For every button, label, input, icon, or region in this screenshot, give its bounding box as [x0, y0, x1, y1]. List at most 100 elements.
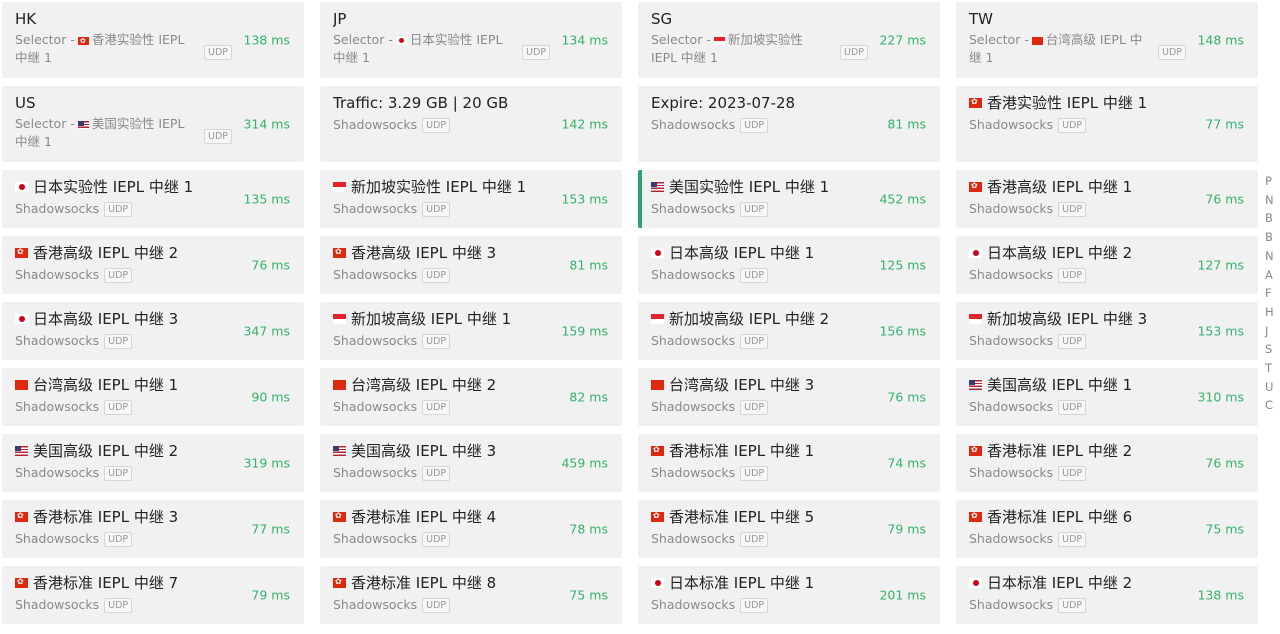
proxy-card[interactable]: 台湾高级 IEPL 中继 1 Shadowsocks UDP 90 ms	[2, 368, 304, 426]
proxy-card[interactable]: Traffic: 3.29 GB | 20 GB Shadowsocks UDP 14…	[320, 86, 622, 162]
latency-value[interactable]: 75 ms	[569, 588, 608, 603]
latency-value[interactable]: 79 ms	[887, 522, 926, 537]
latency-value[interactable]: 138 ms	[1197, 588, 1244, 603]
index-letter[interactable]: F	[1265, 284, 1280, 303]
selector-prefix: Selector -	[333, 32, 393, 47]
proxy-title-text: 台湾高级 IEPL 中继 1	[33, 376, 179, 394]
proxy-card[interactable]: 香港标准 IEPL 中继 8 Shadowsocks UDP 75 ms	[320, 566, 622, 624]
proxy-card[interactable]: 新加坡高级 IEPL 中继 2 Shadowsocks UDP 156 ms	[638, 302, 940, 360]
latency-value[interactable]: 76 ms	[251, 258, 290, 273]
index-letter[interactable]: T	[1265, 359, 1280, 378]
latency-value[interactable]: 76 ms	[887, 390, 926, 405]
latency-value[interactable]: 201 ms	[879, 588, 926, 603]
proxy-card[interactable]: 香港标准 IEPL 中继 2 Shadowsocks UDP 76 ms	[956, 434, 1258, 492]
latency-value[interactable]: 153 ms	[1197, 324, 1244, 339]
latency-value[interactable]: 347 ms	[243, 324, 290, 339]
latency-value[interactable]: 319 ms	[243, 456, 290, 471]
latency-value[interactable]: 77 ms	[1205, 117, 1244, 132]
proxy-card[interactable]: 香港标准 IEPL 中继 1 Shadowsocks UDP 74 ms	[638, 434, 940, 492]
proxy-card[interactable]: TW Selector - 台湾高级 IEPL 中继 1 UDP 148 ms	[956, 2, 1258, 78]
proxy-card[interactable]: 日本高级 IEPL 中继 1 Shadowsocks UDP 125 ms	[638, 236, 940, 294]
index-letter[interactable]: B	[1265, 228, 1280, 247]
proxy-card[interactable]: 香港实验性 IEPL 中继 1 Shadowsocks UDP 77 ms	[956, 86, 1258, 162]
proxy-card[interactable]: JP Selector - 日本实验性 IEPL 中继 1 UDP 134 ms	[320, 2, 622, 78]
proxy-card[interactable]: Expire: 2023-07-28 Shadowsocks UDP 81 ms	[638, 86, 940, 162]
proxy-card[interactable]: HK Selector -香港实验性 IEPL 中继 1 UDP 138 ms	[2, 2, 304, 78]
proxy-card[interactable]: 日本标准 IEPL 中继 2 Shadowsocks UDP 138 ms	[956, 566, 1258, 624]
latency-value[interactable]: 156 ms	[879, 324, 926, 339]
index-letter[interactable]: S	[1265, 340, 1280, 359]
latency-value[interactable]: 159 ms	[561, 324, 608, 339]
latency-value[interactable]: 142 ms	[561, 117, 608, 132]
proxy-card[interactable]: 台湾高级 IEPL 中继 2 Shadowsocks UDP 82 ms	[320, 368, 622, 426]
index-letter[interactable]: A	[1265, 266, 1280, 285]
latency-value[interactable]: 310 ms	[1197, 390, 1244, 405]
latency-value[interactable]: 81 ms	[887, 117, 926, 132]
proxy-card[interactable]: 香港标准 IEPL 中继 7 Shadowsocks UDP 79 ms	[2, 566, 304, 624]
latency-value[interactable]: 82 ms	[569, 390, 608, 405]
latency-value[interactable]: 227 ms	[879, 33, 926, 48]
proxy-card[interactable]: 香港高级 IEPL 中继 2 Shadowsocks UDP 76 ms	[2, 236, 304, 294]
proxy-card[interactable]: 新加坡实验性 IEPL 中继 1 Shadowsocks UDP 153 ms	[320, 170, 622, 228]
proxy-protocol: Shadowsocks	[15, 201, 100, 216]
proxy-card[interactable]: 美国高级 IEPL 中继 2 Shadowsocks UDP 319 ms	[2, 434, 304, 492]
udp-badge: UDP	[1058, 117, 1087, 133]
index-letter[interactable]: N	[1265, 191, 1280, 210]
index-letter[interactable]: B	[1265, 209, 1280, 228]
hk-flag-icon	[651, 444, 664, 456]
proxy-card[interactable]: SG Selector - 新加坡实验性 IEPL 中继 1 UDP 227 ms	[638, 2, 940, 78]
latency-value[interactable]: 127 ms	[1197, 258, 1244, 273]
proxy-card[interactable]: 香港标准 IEPL 中继 3 Shadowsocks UDP 77 ms	[2, 500, 304, 558]
latency-value[interactable]: 135 ms	[243, 192, 290, 207]
latency-value[interactable]: 90 ms	[251, 390, 290, 405]
proxy-card[interactable]: 日本实验性 IEPL 中继 1 Shadowsocks UDP 135 ms	[2, 170, 304, 228]
latency-value[interactable]: 77 ms	[251, 522, 290, 537]
proxy-protocol: Shadowsocks	[651, 531, 736, 546]
proxy-name: Traffic: 3.29 GB | 20 GB	[333, 93, 610, 113]
latency-value[interactable]: 153 ms	[561, 192, 608, 207]
hk-flag-icon	[15, 246, 28, 258]
latency-value[interactable]: 75 ms	[1205, 522, 1244, 537]
proxy-card[interactable]: 新加坡高级 IEPL 中继 3 Shadowsocks UDP 153 ms	[956, 302, 1258, 360]
proxy-card[interactable]: 美国高级 IEPL 中继 1 Shadowsocks UDP 310 ms	[956, 368, 1258, 426]
proxy-card[interactable]: 香港标准 IEPL 中继 5 Shadowsocks UDP 79 ms	[638, 500, 940, 558]
proxy-card[interactable]: 香港高级 IEPL 中继 1 Shadowsocks UDP 76 ms	[956, 170, 1258, 228]
proxy-card[interactable]: 台湾高级 IEPL 中继 3 Shadowsocks UDP 76 ms	[638, 368, 940, 426]
latency-value[interactable]: 79 ms	[251, 588, 290, 603]
latency-value[interactable]: 76 ms	[1205, 192, 1244, 207]
proxy-card[interactable]: 美国实验性 IEPL 中继 1 Shadowsocks UDP 452 ms	[638, 170, 940, 228]
tw-flag-icon	[651, 380, 664, 390]
proxy-card[interactable]: 香港标准 IEPL 中继 4 Shadowsocks UDP 78 ms	[320, 500, 622, 558]
index-letter[interactable]: N	[1265, 247, 1280, 266]
proxy-card[interactable]: 日本高级 IEPL 中继 3 Shadowsocks UDP 347 ms	[2, 302, 304, 360]
proxy-card[interactable]: 美国高级 IEPL 中继 3 Shadowsocks UDP 459 ms	[320, 434, 622, 492]
hk-flag-icon	[969, 510, 982, 522]
latency-value[interactable]: 452 ms	[879, 192, 926, 207]
index-letter[interactable]: U	[1265, 378, 1280, 397]
latency-value[interactable]: 76 ms	[1205, 456, 1244, 471]
proxy-protocol: Shadowsocks	[969, 597, 1054, 612]
latency-value[interactable]: 78 ms	[569, 522, 608, 537]
proxy-title-text: 香港标准 IEPL 中继 2	[987, 442, 1133, 460]
latency-value[interactable]: 81 ms	[569, 258, 608, 273]
udp-badge: UDP	[422, 333, 451, 349]
index-letter[interactable]: C	[1265, 396, 1280, 415]
proxy-card[interactable]: 新加坡高级 IEPL 中继 1 Shadowsocks UDP 159 ms	[320, 302, 622, 360]
latency-value[interactable]: 134 ms	[561, 33, 608, 48]
proxy-card[interactable]: 香港标准 IEPL 中继 6 Shadowsocks UDP 75 ms	[956, 500, 1258, 558]
index-letter[interactable]: H	[1265, 303, 1280, 322]
proxy-card[interactable]: US Selector - 美国实验性 IEPL 中继 1 UDP 314 ms	[2, 86, 304, 162]
latency-value[interactable]: 138 ms	[243, 33, 290, 48]
latency-value[interactable]: 314 ms	[243, 117, 290, 132]
index-letter[interactable]: J	[1265, 322, 1280, 341]
latency-value[interactable]: 125 ms	[879, 258, 926, 273]
proxy-card[interactable]: 香港高级 IEPL 中继 3 Shadowsocks UDP 81 ms	[320, 236, 622, 294]
latency-value[interactable]: 459 ms	[561, 456, 608, 471]
proxy-card[interactable]: 日本高级 IEPL 中继 2 Shadowsocks UDP 127 ms	[956, 236, 1258, 294]
latency-value[interactable]: 74 ms	[887, 456, 926, 471]
proxy-title-text: 香港高级 IEPL 中继 1	[987, 178, 1133, 196]
index-letter[interactable]: P	[1265, 172, 1280, 191]
latency-value[interactable]: 148 ms	[1197, 33, 1244, 48]
proxy-card[interactable]: 日本标准 IEPL 中继 1 Shadowsocks UDP 201 ms	[638, 566, 940, 624]
selector-prefix: Selector -	[969, 32, 1029, 47]
